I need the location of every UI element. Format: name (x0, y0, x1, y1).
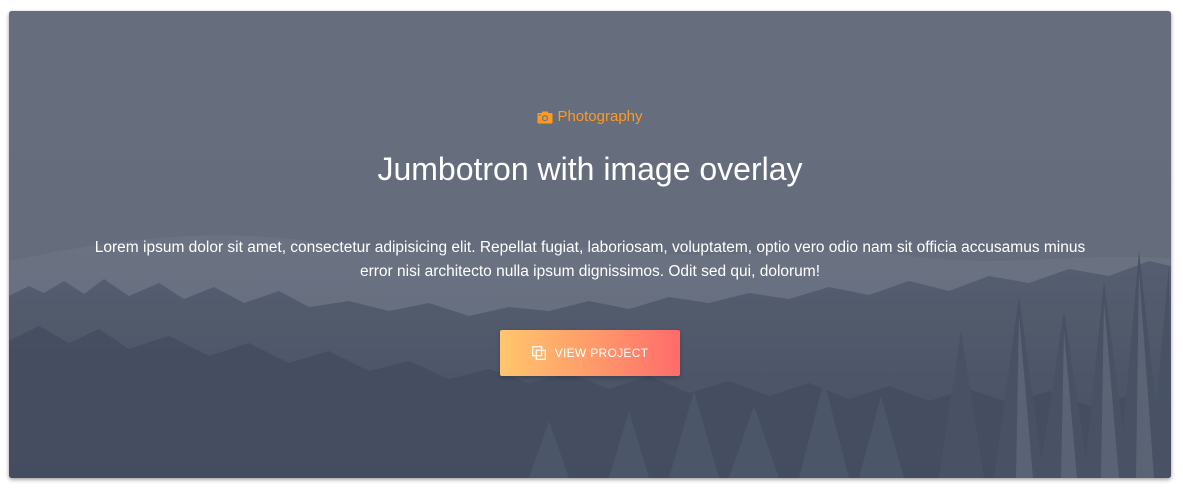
camera-icon (537, 111, 553, 123)
jumbotron-card: Photography Jumbotron with image overlay… (9, 11, 1171, 478)
copy-icon (531, 346, 546, 360)
jumbotron-description: Lorem ipsum dolor sit amet, consectetur … (94, 239, 1086, 280)
jumbotron-title: Jumbotron with image overlay (377, 151, 803, 187)
category-label[interactable]: Photography (9, 107, 1171, 127)
category-text: Photography (557, 108, 643, 125)
view-project-label: VIEW PROJECT (554, 346, 649, 360)
view-project-button[interactable]: VIEW PROJECT (500, 330, 680, 376)
jumbotron-content: Photography Jumbotron with image overlay… (9, 11, 1171, 478)
